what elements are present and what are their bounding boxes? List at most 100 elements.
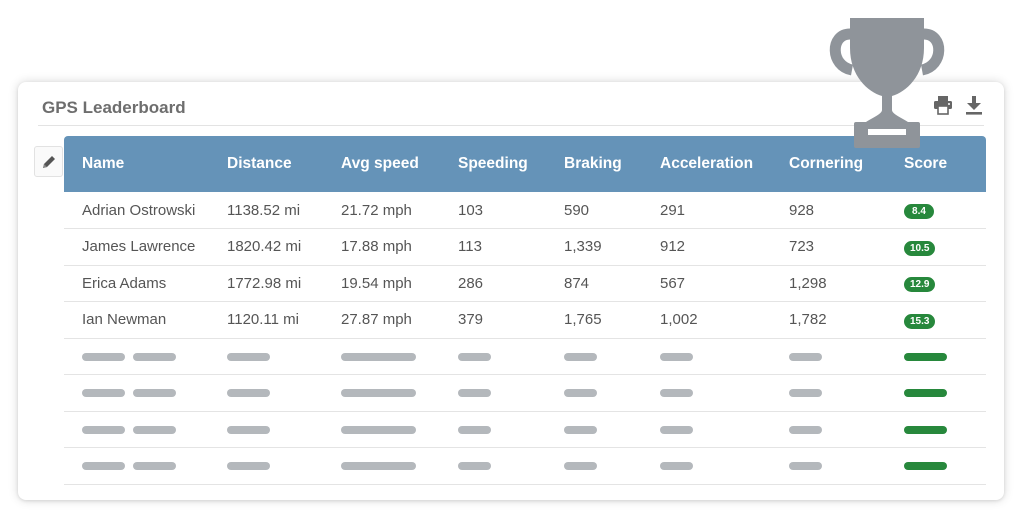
table-row[interactable]: Adrian Ostrowski 1138.52 mi 21.72 mph 10… (64, 192, 986, 229)
cell-placeholder (642, 447, 771, 485)
cell-placeholder (209, 411, 323, 448)
placeholder-bar (227, 352, 270, 361)
placeholder-bar (660, 462, 693, 471)
cell-placeholder (64, 374, 209, 412)
cell-speeding: 113 (440, 228, 546, 266)
placeholder-score-bar (904, 425, 947, 434)
cell-name: Adrian Ostrowski (64, 192, 209, 229)
score-badge: 8.4 (904, 204, 934, 219)
column-header-acceleration[interactable]: Acceleration (642, 136, 771, 192)
leaderboard-table: Name Distance Avg speed Speeding Braking… (64, 136, 986, 485)
placeholder-bar (789, 425, 822, 434)
placeholder-row (64, 374, 986, 412)
cell-distance: 1820.42 mi (209, 228, 323, 266)
cell-placeholder (440, 338, 546, 375)
cell-score: 12.9 (886, 265, 986, 302)
score-badge: 10.5 (904, 240, 936, 256)
cell-speeding: 286 (440, 265, 546, 302)
placeholder-bar (133, 352, 177, 361)
cell-cornering: 723 (771, 228, 886, 266)
placeholder-bar (341, 462, 416, 471)
cell-avg-speed: 19.54 mph (323, 265, 440, 302)
cell-acceleration: 567 (642, 265, 771, 302)
download-icon[interactable] (963, 94, 985, 116)
cell-placeholder (440, 411, 546, 448)
cell-placeholder (323, 374, 440, 412)
column-header-distance[interactable]: Distance (209, 136, 323, 192)
placeholder-bar (458, 389, 491, 398)
cell-speeding: 379 (440, 301, 546, 339)
placeholder-bar (458, 462, 491, 471)
cell-braking: 874 (546, 265, 642, 302)
cell-cornering: 1,298 (771, 265, 886, 302)
table-row[interactable]: Erica Adams 1772.98 mi 19.54 mph 286 874… (64, 265, 986, 302)
cell-distance: 1772.98 mi (209, 265, 323, 302)
placeholder-bar (458, 352, 491, 361)
cell-placeholder (323, 447, 440, 485)
cell-placeholder (886, 447, 986, 485)
cell-placeholder (642, 411, 771, 448)
placeholder-bar (660, 352, 693, 361)
placeholder-bar (82, 389, 125, 398)
cell-placeholder (323, 411, 440, 448)
table-row[interactable]: Ian Newman 1120.11 mi 27.87 mph 379 1,76… (64, 301, 986, 339)
cell-acceleration: 291 (642, 192, 771, 229)
cell-placeholder (886, 374, 986, 412)
cell-placeholder (642, 374, 771, 412)
placeholder-bar (660, 425, 693, 434)
cell-cornering: 1,782 (771, 301, 886, 339)
cell-name: Erica Adams (64, 265, 209, 302)
placeholder-bar (341, 352, 416, 361)
column-header-name[interactable]: Name (64, 136, 209, 192)
placeholder-bar (341, 425, 416, 434)
cell-name: Ian Newman (64, 301, 209, 339)
placeholder-bar (341, 389, 416, 398)
column-header-avg-speed[interactable]: Avg speed (323, 136, 440, 192)
placeholder-bar (564, 462, 597, 471)
placeholder-bar (458, 425, 491, 434)
cell-braking: 1,765 (546, 301, 642, 339)
edit-button[interactable] (34, 146, 63, 177)
cell-placeholder (323, 338, 440, 375)
pencil-icon (42, 155, 55, 168)
placeholder-bar (82, 462, 125, 471)
cell-placeholder (64, 411, 209, 448)
table-row[interactable]: James Lawrence 1820.42 mi 17.88 mph 113 … (64, 228, 986, 266)
cell-placeholder (886, 338, 986, 375)
placeholder-bar (133, 389, 177, 398)
column-header-speeding[interactable]: Speeding (440, 136, 546, 192)
cell-name: James Lawrence (64, 228, 209, 266)
cell-placeholder (886, 411, 986, 448)
placeholder-bar (789, 389, 822, 398)
cell-placeholder (209, 447, 323, 485)
cell-placeholder (642, 338, 771, 375)
cell-speeding: 103 (440, 192, 546, 229)
placeholder-bar (227, 462, 270, 471)
placeholder-row (64, 411, 986, 448)
placeholder-score-bar (904, 462, 947, 471)
cell-placeholder (771, 447, 886, 485)
cell-distance: 1120.11 mi (209, 301, 323, 339)
cell-placeholder (546, 338, 642, 375)
cell-score: 10.5 (886, 228, 986, 266)
placeholder-bar (789, 462, 822, 471)
cell-avg-speed: 27.87 mph (323, 301, 440, 339)
cell-placeholder (771, 374, 886, 412)
card-title: GPS Leaderboard (42, 98, 186, 117)
placeholder-bar (82, 425, 125, 434)
placeholder-bar (564, 389, 597, 398)
placeholder-bar (660, 389, 693, 398)
cell-placeholder (440, 447, 546, 485)
placeholder-bar (789, 352, 822, 361)
cell-score: 15.3 (886, 301, 986, 339)
placeholder-bar (82, 352, 125, 361)
score-badge: 12.9 (904, 277, 936, 293)
placeholder-bar (133, 462, 177, 471)
cell-placeholder (209, 374, 323, 412)
cell-placeholder (64, 447, 209, 485)
cell-score: 8.4 (886, 192, 986, 229)
placeholder-row (64, 447, 986, 485)
cell-avg-speed: 21.72 mph (323, 192, 440, 229)
cell-placeholder (546, 411, 642, 448)
column-header-braking[interactable]: Braking (546, 136, 642, 192)
